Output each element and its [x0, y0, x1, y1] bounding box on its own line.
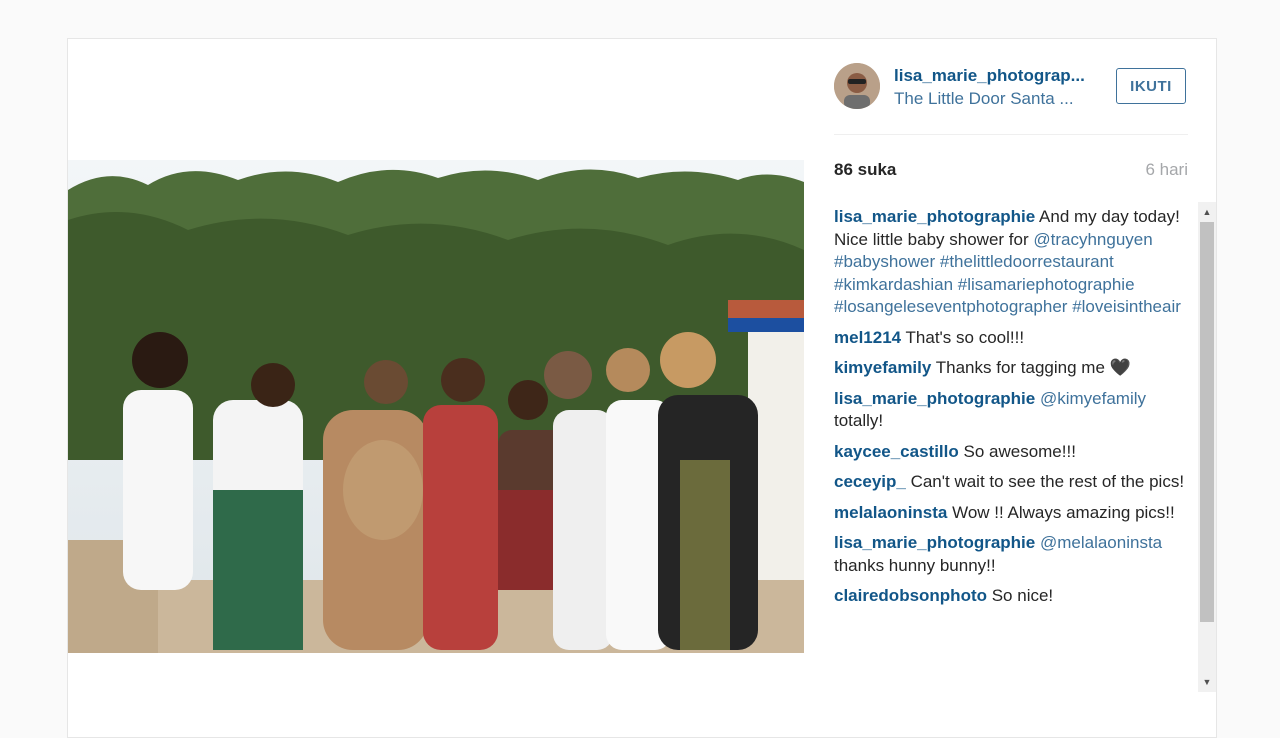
scroll-down-arrow-icon[interactable]: ▼: [1198, 674, 1216, 690]
comment-author-link[interactable]: kimyefamily: [834, 358, 931, 377]
comment-text: So nice!: [987, 586, 1054, 605]
comment-tag-link[interactable]: #kimkardashian: [834, 275, 953, 294]
comment-item: lisa_marie_photographie @kimyefamily tot…: [834, 388, 1190, 433]
comment-text: Thanks for tagging me 🖤: [931, 358, 1131, 377]
comment-item: clairedobsonphoto So nice!: [834, 585, 1190, 608]
comment-text: So awesome!!!: [958, 441, 1076, 461]
follow-button[interactable]: IKUTI: [1116, 68, 1186, 104]
comment-item: kaycee_castillo So awesome!!!: [834, 441, 1190, 464]
comment-author-link[interactable]: lisa_marie_photographie: [834, 207, 1035, 226]
location-link[interactable]: The Little Door Santa ...: [894, 89, 1094, 109]
comment-tag-link[interactable]: #babyshower: [834, 252, 935, 271]
comment-author-link[interactable]: lisa_marie_photographie: [834, 533, 1035, 552]
avatar[interactable]: [834, 63, 880, 109]
comment-author-link[interactable]: kaycee_castillo: [834, 442, 959, 461]
header-divider: [834, 134, 1188, 135]
comment-tag-link[interactable]: #losangeleseventphotographer: [834, 297, 1067, 316]
comment-author-link[interactable]: clairedobsonphoto: [834, 586, 987, 605]
comment-item: lisa_marie_photographie And my day today…: [834, 206, 1190, 319]
comment-text: totally!: [834, 411, 884, 430]
comment-tag-link[interactable]: @kimyefamily: [1040, 389, 1146, 408]
comment-author-link[interactable]: ceceyip_: [834, 472, 906, 491]
comment-text: Wow !! Always amazing pics!!: [947, 502, 1175, 522]
comment-author-link[interactable]: lisa_marie_photographie: [834, 389, 1035, 408]
comment-author-link[interactable]: melalaoninsta: [834, 503, 947, 522]
username-link[interactable]: lisa_marie_photograp...: [894, 66, 1094, 86]
comment-tag-link[interactable]: #lisamariephotographie: [958, 275, 1135, 294]
post-time[interactable]: 6 hari: [1100, 160, 1188, 180]
comment-text: That's so cool!!!: [901, 327, 1025, 347]
comment-tag-link[interactable]: #thelittledoorrestaurant: [940, 252, 1114, 271]
comments-scrollbar[interactable]: ▲ ▼: [1198, 202, 1216, 692]
comment-item: mel1214 That's so cool!!!: [834, 327, 1190, 350]
post-photo[interactable]: [68, 160, 804, 653]
comment-item: melalaoninsta Wow !! Always amazing pics…: [834, 502, 1190, 525]
post-header: lisa_marie_photograp... The Little Door …: [834, 60, 1188, 116]
comment-tag-link[interactable]: #loveisintheair: [1072, 297, 1181, 316]
comment-text: thanks hunny bunny!!: [834, 555, 996, 575]
comment-text: Can't wait to see the rest of the pics!: [905, 472, 1185, 491]
comment-author-link[interactable]: mel1214: [834, 328, 901, 347]
comments-list[interactable]: lisa_marie_photographie And my day today…: [834, 206, 1190, 692]
scroll-thumb[interactable]: [1200, 222, 1214, 622]
comment-item: ceceyip_ Can't wait to see the rest of t…: [834, 471, 1190, 494]
scroll-up-arrow-icon[interactable]: ▲: [1198, 204, 1216, 220]
comment-item: lisa_marie_photographie @melalaoninsta t…: [834, 532, 1190, 577]
comment-tag-link[interactable]: @tracyhnguyen: [1033, 230, 1152, 249]
likes-count[interactable]: 86 suka: [834, 160, 896, 180]
comment-item: kimyefamily Thanks for tagging me 🖤: [834, 357, 1190, 380]
comment-tag-link[interactable]: @melalaoninsta: [1040, 533, 1162, 552]
